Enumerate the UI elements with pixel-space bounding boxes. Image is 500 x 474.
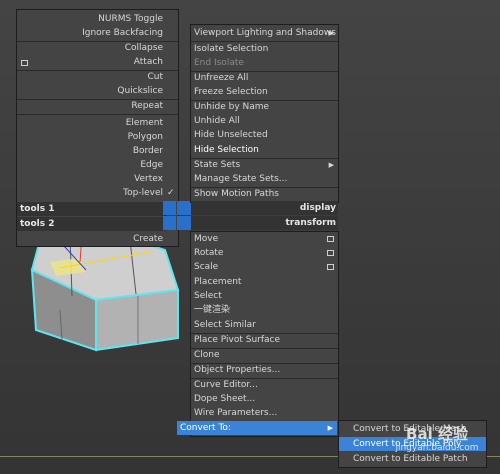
quad-menu-display: Viewport Lighting and Shadows ▶ Isolate S… <box>190 24 339 203</box>
quad-title-tools2: tools 2 <box>17 217 167 231</box>
menu-item-unfreeze-all[interactable]: Unfreeze All <box>191 71 338 85</box>
menu-item-viewport-lighting[interactable]: Viewport Lighting and Shadows ▶ <box>191 26 338 40</box>
menu-item-freeze-selection[interactable]: Freeze Selection <box>191 85 338 99</box>
menu-item-element[interactable]: Element <box>17 116 177 130</box>
quad-menu-transform: Move Rotate Scale Placement Select 一键渲染 … <box>190 231 339 437</box>
menu-item-isolate-selection[interactable]: Isolate Selection <box>191 42 338 56</box>
menu-item-place-pivot-surface[interactable]: Place Pivot Surface <box>191 333 338 347</box>
menu-item-top-level[interactable]: Top-level ✓ <box>17 186 177 200</box>
menu-item-edge[interactable]: Edge <box>17 158 177 172</box>
menu-item-dope-sheet[interactable]: Dope Sheet... <box>191 392 338 406</box>
menu-item-placement[interactable]: Placement <box>191 275 338 289</box>
settings-box-icon[interactable] <box>327 236 334 242</box>
menu-item-ignore-backfacing[interactable]: Ignore Backfacing <box>17 26 177 40</box>
menu-item-hide-selection[interactable]: Hide Selection <box>191 143 338 157</box>
quad-menu-left: NURMS Toggle Ignore Backfacing Collapse … <box>16 9 179 247</box>
menu-item-vertex[interactable]: Vertex <box>17 172 177 186</box>
submenu-arrow-icon: ▶ <box>328 161 334 169</box>
menu-item-clone[interactable]: Clone <box>191 348 338 362</box>
menu-item-collapse[interactable]: Collapse <box>17 41 177 55</box>
quad-title-display: display <box>191 201 338 215</box>
quad-title-transform: transform <box>191 216 338 230</box>
menu-item-select[interactable]: Select <box>191 289 338 303</box>
separator <box>17 114 178 115</box>
submenu-arrow-icon: ▶ <box>327 424 333 432</box>
menu-item-select-similar[interactable]: Select Similar <box>191 318 338 332</box>
menu-item-attach[interactable]: Attach <box>17 55 177 69</box>
menu-item-quickslice[interactable]: Quickslice <box>17 84 177 98</box>
menu-item-unhide-all[interactable]: Unhide All <box>191 114 338 128</box>
menu-item-border[interactable]: Border <box>17 144 177 158</box>
menu-item-unhide-by-name[interactable]: Unhide by Name <box>191 100 338 114</box>
menu-item-wire-parameters[interactable]: Wire Parameters... <box>191 406 338 420</box>
settings-box-icon[interactable] <box>327 264 334 270</box>
menu-item-nurms-toggle[interactable]: NURMS Toggle <box>17 12 177 26</box>
submenu-arrow-icon: ▶ <box>328 29 334 37</box>
menu-item-one-click-render[interactable]: 一键渲染 <box>191 303 338 317</box>
menu-item-manage-state-sets[interactable]: Manage State Sets... <box>191 172 338 186</box>
quad-center-top-right[interactable] <box>177 201 191 215</box>
quad-center-bottom-right[interactable] <box>177 216 191 230</box>
menu-item-polygon[interactable]: Polygon <box>17 130 177 144</box>
settings-box-icon[interactable] <box>21 60 28 66</box>
quad-center-bottom-left[interactable] <box>163 216 176 230</box>
menu-item-repeat[interactable]: Repeat <box>17 99 177 113</box>
menu-item-rotate[interactable]: Rotate <box>191 246 338 260</box>
menu-item-create[interactable]: Create <box>17 232 177 246</box>
menu-item-convert-to[interactable]: Convert To: ▶ <box>177 421 337 435</box>
menu-item-cut[interactable]: Cut <box>17 70 177 84</box>
menu-item-move[interactable]: Move <box>191 232 338 246</box>
menu-item-scale[interactable]: Scale <box>191 260 338 274</box>
menu-item-end-isolate[interactable]: End Isolate <box>191 56 338 70</box>
menu-item-show-motion-paths[interactable]: Show Motion Paths <box>191 187 338 201</box>
quad-center-top-left[interactable] <box>163 201 176 215</box>
menu-item-hide-unselected[interactable]: Hide Unselected <box>191 128 338 142</box>
menu-item-object-properties[interactable]: Object Properties... <box>191 363 338 377</box>
menu-item-state-sets[interactable]: State Sets ▶ <box>191 158 338 172</box>
menu-item-convert-editable-patch[interactable]: Convert to Editable Patch <box>339 452 486 466</box>
quad-title-tools1: tools 1 <box>17 202 167 216</box>
watermark-logo: Bai 经验 jingyan.baidu.com <box>395 425 479 454</box>
menu-item-curve-editor[interactable]: Curve Editor... <box>191 378 338 392</box>
checkmark-icon: ✓ <box>167 188 175 198</box>
settings-box-icon[interactable] <box>327 250 334 256</box>
